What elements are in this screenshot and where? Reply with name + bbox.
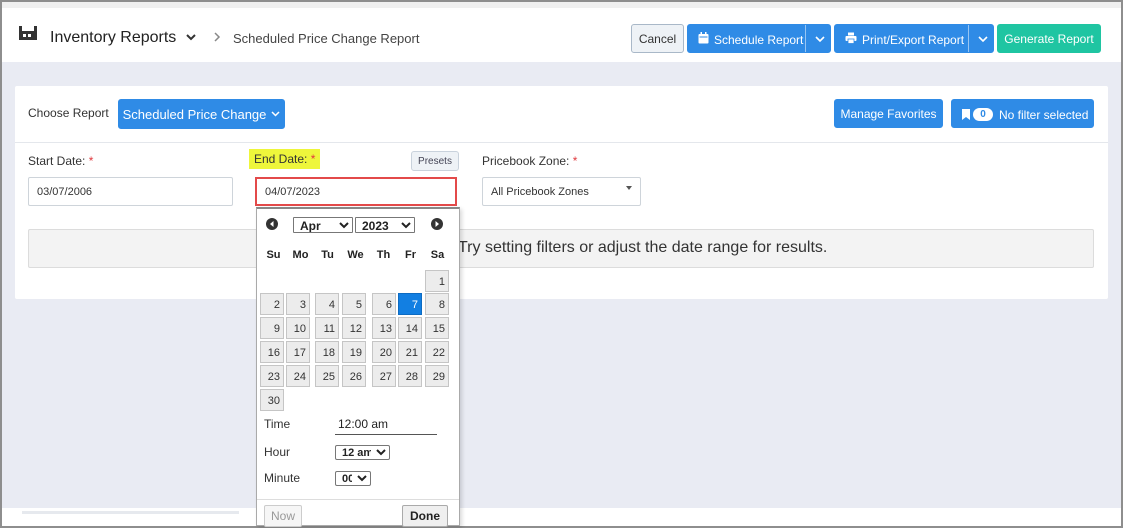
calendar-day[interactable]: 25 [315,365,339,387]
bottom-strip [2,508,1121,526]
weekday-header: Su [266,249,281,261]
required-mark: * [310,152,316,166]
factory-icon [19,26,37,40]
month-select[interactable]: Apr [293,217,353,233]
generate-report-button[interactable]: Generate Report [997,24,1101,53]
calendar-day[interactable]: 11 [315,317,339,339]
report-select-button[interactable]: Scheduled Price Change [118,99,285,129]
end-date-input[interactable]: 04/07/2023 [255,177,457,206]
calendar-day[interactable]: 12 [342,317,366,339]
required-mark: * [572,154,578,168]
scrollbar-track[interactable] [22,511,239,514]
calendar-day[interactable]: 30 [260,389,284,411]
calendar-icon [698,32,709,44]
minute-select[interactable]: 00 [335,471,371,486]
filter-count-badge: 0 [973,108,993,121]
report-select-label: Scheduled Price Change [122,106,267,122]
card-divider [15,142,1108,143]
calendar-day[interactable]: 18 [315,341,339,363]
calendar-day[interactable]: 10 [286,317,310,339]
start-date-label-text: Start Date: [28,154,86,168]
calendar-day[interactable]: 1 [425,270,449,292]
calendar-day[interactable]: 14 [398,317,422,339]
choose-report-label: Choose Report [28,106,109,120]
filter-button[interactable]: 0 No filter selected [951,99,1094,128]
time-underline [335,434,437,435]
done-button[interactable]: Done [402,505,448,527]
calendar-day[interactable]: 23 [260,365,284,387]
print-export-button[interactable]: Print/Export Report [834,24,994,53]
calendar-day[interactable]: 4 [315,293,339,315]
filter-label: No filter selected [999,108,1089,122]
start-date-label: Start Date: * [28,154,93,168]
year-select[interactable]: 2023 [355,217,415,233]
chevron-down-icon[interactable] [815,35,825,43]
chevron-down-icon [271,111,280,117]
datepicker-popup: Apr 2023 Su Mo Tu We Th Fr Sa 1234567891… [256,207,460,527]
calendar-day[interactable]: 28 [398,365,422,387]
required-mark: * [88,154,94,168]
calendar-day[interactable]: 17 [286,341,310,363]
calendar-day[interactable]: 16 [260,341,284,363]
calendar-day[interactable]: 29 [425,365,449,387]
calendar-day[interactable]: 19 [342,341,366,363]
split-divider [968,25,969,52]
calendar-day[interactable]: 21 [398,341,422,363]
chevron-down-icon[interactable] [978,35,988,43]
hour-label: Hour [264,445,291,459]
print-export-label: Print/Export Report [862,33,965,47]
printer-icon [845,32,857,44]
presets-button[interactable]: Presets [411,151,459,171]
pricebook-zone-label: Pricebook Zone: * [482,154,577,168]
weekday-header: Tu [321,249,334,261]
cancel-button[interactable]: Cancel [631,24,684,53]
minute-label: Minute [264,471,301,485]
weekday-header: Mo [292,249,309,261]
cancel-button-label: Cancel [638,31,677,46]
next-month-icon[interactable] [431,218,443,230]
time-label: Time [264,417,291,431]
breadcrumb-current: Scheduled Price Change Report [233,31,420,46]
empty-results-message: Try setting filters or adjust the date r… [458,239,828,256]
calendar-day[interactable]: 22 [425,341,449,363]
weekday-header: Fr [405,249,416,261]
end-date-label: End Date: * [249,149,321,169]
calendar-day[interactable]: 8 [425,293,449,315]
calendar-day[interactable]: 27 [372,365,396,387]
caret-down-icon [626,186,632,190]
calendar-day[interactable]: 9 [260,317,284,339]
bookmark-icon [962,109,970,120]
schedule-report-button[interactable]: Schedule Report [687,24,831,53]
generate-report-label: Generate Report [1004,31,1094,46]
calendar-day[interactable]: 5 [342,293,366,315]
chevron-down-icon[interactable] [185,31,197,43]
manage-favorites-label: Manage Favorites [840,106,937,121]
prev-month-icon[interactable] [266,218,278,230]
calendar-day[interactable]: 15 [425,317,449,339]
calendar-day[interactable]: 6 [372,293,396,315]
calendar-day[interactable]: 20 [372,341,396,363]
calendar-day[interactable]: 13 [372,317,396,339]
weekday-header: Th [376,249,391,261]
schedule-report-label: Schedule Report [714,33,804,47]
end-date-label-text: End Date: [254,152,308,166]
split-divider [805,25,806,52]
pricebook-zone-select[interactable]: All Pricebook Zones [482,177,641,206]
chevron-right-icon [214,32,221,42]
manage-favorites-button[interactable]: Manage Favorites [834,99,943,128]
hour-select[interactable]: 12 am [335,445,390,460]
start-date-input[interactable]: 03/07/2006 [28,177,233,206]
calendar-day[interactable]: 3 [286,293,310,315]
app-title[interactable]: Inventory Reports [50,29,176,47]
pricebook-zone-label-text: Pricebook Zone: [482,154,570,168]
weekday-header: We [347,249,364,261]
calendar-day[interactable]: 7 [398,293,422,315]
calendar-day[interactable]: 2 [260,293,284,315]
weekday-header: Sa [430,249,445,261]
calendar-day[interactable]: 26 [342,365,366,387]
calendar-day[interactable]: 24 [286,365,310,387]
datepicker-button-divider [257,499,459,500]
now-button[interactable]: Now [264,505,302,527]
time-value: 12:00 am [338,417,389,431]
